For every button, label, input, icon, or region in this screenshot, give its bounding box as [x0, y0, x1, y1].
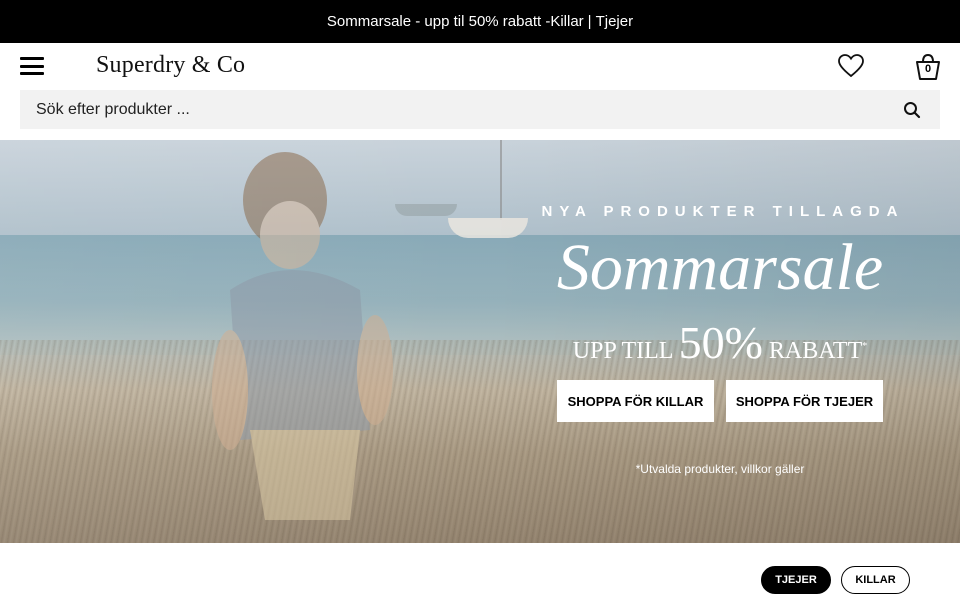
shop-men-button[interactable]: SHOPPA FÖR KILLAR: [557, 380, 714, 422]
gender-toggle-women[interactable]: TJEJER: [761, 566, 831, 594]
hero-terms: *Utvalda produkter, villkor gäller: [635, 462, 805, 476]
discount-asterisk: *: [862, 341, 868, 352]
hero-content: NYA PRODUKTER TILLAGDA Sommarsale UPP TI…: [520, 140, 920, 543]
promo-text: Sommarsale - upp til 50% rabatt -: [326, 13, 551, 30]
bag-count-badge: 0: [924, 63, 932, 75]
search-bar: [20, 90, 940, 129]
search-icon[interactable]: [884, 90, 940, 129]
hero-headline: Sommarsale: [556, 231, 884, 304]
hero-banner[interactable]: NYA PRODUKTER TILLAGDA Sommarsale UPP TI…: [0, 140, 960, 543]
site-logo[interactable]: Superdry & Co: [96, 52, 245, 79]
shop-women-button[interactable]: SHOPPA FÖR TJEJER: [726, 380, 883, 422]
discount-prefix: UPP TILL: [572, 338, 673, 364]
gender-toggle-bar: TJEJER KILLAR: [0, 543, 960, 600]
site-header: Superdry & Co 0: [0, 43, 960, 90]
promo-link-men[interactable]: Killar: [550, 13, 583, 30]
hero-discount: UPP TILL 50% RABATT*: [520, 316, 920, 369]
heart-icon[interactable]: [837, 53, 865, 79]
promo-separator: |: [587, 13, 592, 30]
hero-button-row: SHOPPA FÖR KILLAR SHOPPA FÖR TJEJER: [557, 380, 883, 422]
discount-value: 50%: [678, 317, 763, 368]
shopping-bag-icon[interactable]: 0: [914, 52, 942, 82]
search-input[interactable]: [20, 90, 884, 129]
hero-kicker: NYA PRODUKTER TILLAGDA: [541, 203, 905, 220]
promo-banner: Sommarsale - upp til 50% rabatt - Killar…: [0, 0, 960, 43]
promo-link-women[interactable]: Tjejer: [596, 13, 634, 30]
discount-suffix: RABATT: [768, 338, 863, 364]
hamburger-menu-icon[interactable]: [20, 55, 44, 77]
gender-toggle-men[interactable]: KILLAR: [841, 566, 910, 594]
